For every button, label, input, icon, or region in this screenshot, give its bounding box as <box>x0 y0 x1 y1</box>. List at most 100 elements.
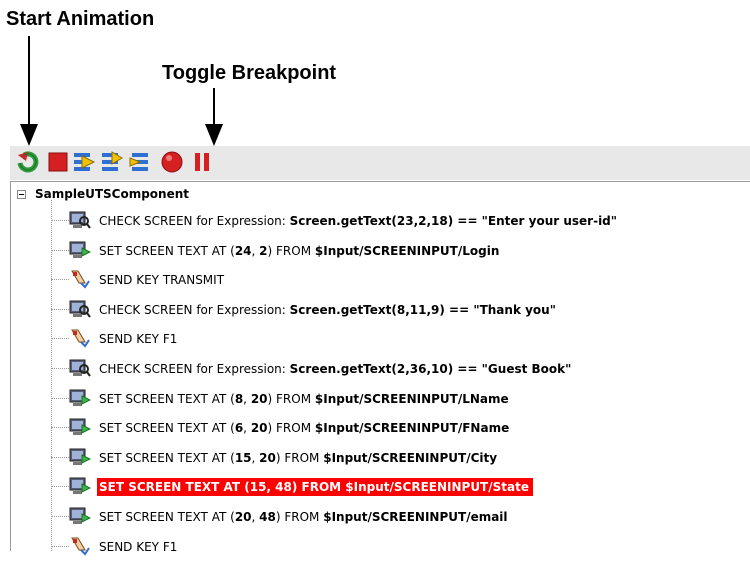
screen-set-text-icon <box>69 476 92 496</box>
tree-item-value: 20 <box>234 509 252 524</box>
tree-connector <box>51 308 69 310</box>
toggle-breakpoint-arrow <box>205 88 223 146</box>
tree-item-text: , <box>251 450 260 465</box>
toggle-breakpoint-button[interactable] <box>160 150 184 174</box>
tree-connector <box>51 486 69 488</box>
tree-connector <box>51 338 69 340</box>
tree-item-label: CHECK SCREEN for Expression: Screen.getT… <box>97 301 560 319</box>
tree-item-value: Screen.getText(8,11,9) == "Thank you" <box>289 302 556 317</box>
tree-item[interactable]: CHECK SCREEN for Expression: Screen.getT… <box>11 295 750 325</box>
tree-item-value: 24 <box>234 243 252 258</box>
tree-item-prefix: SEND KEY TRANSMIT <box>99 273 225 288</box>
tree-item-value: Screen.getText(23,2,18) == "Enter your u… <box>289 214 618 228</box>
tree-item-label: SEND KEY F1 <box>97 330 181 348</box>
tree-item-prefix: SET SCREEN TEXT AT ( <box>99 450 235 465</box>
tree-item-value: 8 <box>234 391 244 406</box>
start-animation-button[interactable] <box>16 150 40 174</box>
component-tree: SampleUTSComponent CHECK SCREEN for Expr… <box>10 181 750 556</box>
tree-connector <box>51 515 69 517</box>
tree-item-text: , <box>243 421 251 436</box>
step-into-button[interactable] <box>72 150 96 174</box>
tree-item-label: SET SCREEN TEXT AT (24, 2) FROM $Input/S… <box>97 242 503 260</box>
tree-item[interactable]: SEND KEY TRANSMIT <box>11 265 750 295</box>
step-over-button[interactable] <box>100 150 124 174</box>
pause-button[interactable] <box>190 150 214 174</box>
tree-connector <box>51 249 69 251</box>
tree-items: CHECK SCREEN for Expression: Screen.getT… <box>11 206 750 561</box>
step-out-button[interactable] <box>128 150 152 174</box>
tree-item[interactable]: SET SCREEN TEXT AT (15, 48) FROM $Input/… <box>11 472 750 502</box>
tree-item-value: $Input/SCREENINPUT/FName <box>314 421 510 436</box>
tree-item-prefix: SET SCREEN TEXT AT ( <box>99 480 250 495</box>
tree-item-value: 20 <box>250 421 268 436</box>
tree-item-value: 20 <box>259 450 276 465</box>
tree-item-text: , <box>243 391 251 406</box>
stop-button[interactable] <box>46 150 70 174</box>
tree-item-prefix: SET SCREEN TEXT AT ( <box>99 391 235 406</box>
screen-set-text-icon <box>69 240 92 260</box>
tree-item-prefix: SET SCREEN TEXT AT ( <box>99 509 235 524</box>
tree-item-label: SEND KEY TRANSMIT <box>97 271 228 289</box>
tree-item-text: ) FROM <box>275 509 324 524</box>
tree-item-label: SET SCREEN TEXT AT (6, 20) FROM $Input/S… <box>97 419 513 437</box>
tree-item[interactable]: SEND KEY F1 <box>11 532 750 561</box>
start-animation-arrow <box>20 36 38 146</box>
root-label: SampleUTSComponent <box>35 187 190 201</box>
tree-item[interactable]: CHECK SCREEN for Expression: Screen.getT… <box>11 354 750 384</box>
tree-item-value: 6 <box>234 421 244 436</box>
tree-item-value: 20 <box>250 391 268 406</box>
debug-toolbar <box>10 146 750 180</box>
tree-item-value: 2 <box>259 243 268 258</box>
tree-item-prefix: CHECK SCREEN for Expression: <box>99 214 290 228</box>
tree-item-text: ) FROM <box>267 243 315 258</box>
tree-item-label: SET SCREEN TEXT AT (20, 48) FROM $Input/… <box>97 508 512 526</box>
tree-item-text: ) FROM <box>275 450 324 465</box>
tree-item-label: SET SCREEN TEXT AT (15, 20) FROM $Input/… <box>97 449 501 467</box>
tree-item-label: SET SCREEN TEXT AT (15, 48) FROM $Input/… <box>97 478 533 497</box>
tree-item-text: ) FROM <box>267 421 315 436</box>
tree-item-value: Screen.getText(2,36,10) == "Guest Book" <box>289 361 572 376</box>
tree-item[interactable]: CHECK SCREEN for Expression: Screen.getT… <box>11 206 750 236</box>
send-key-icon <box>69 328 91 348</box>
tree-item-prefix: SET SCREEN TEXT AT ( <box>99 243 235 258</box>
screen-set-text-icon <box>69 506 92 526</box>
tree-connector <box>51 545 69 547</box>
toggle-breakpoint-callout: Toggle Breakpoint <box>162 62 337 84</box>
tree-connector <box>51 279 69 281</box>
tree-item[interactable]: SET SCREEN TEXT AT (24, 2) FROM $Input/S… <box>11 236 750 266</box>
start-animation-callout: Start Animation <box>6 8 155 30</box>
tree-connector <box>51 456 69 458</box>
tree-item[interactable]: SET SCREEN TEXT AT (8, 20) FROM $Input/S… <box>11 384 750 414</box>
tree-item[interactable]: SET SCREEN TEXT AT (15, 20) FROM $Input/… <box>11 443 750 473</box>
tree-item[interactable]: SET SCREEN TEXT AT (6, 20) FROM $Input/S… <box>11 413 750 443</box>
tree-item-label: SEND KEY F1 <box>97 538 181 556</box>
screen-set-text-icon <box>69 417 92 437</box>
tree-item-prefix: SET SCREEN TEXT AT ( <box>99 421 235 436</box>
send-key-icon <box>69 269 91 289</box>
screen-set-text-icon <box>69 388 92 408</box>
tree-item-text: ) FROM <box>267 391 315 406</box>
tree-connector <box>51 397 69 399</box>
tree-item-value: $Input/SCREENINPUT/LName <box>314 391 509 406</box>
tree-connector <box>51 367 69 369</box>
tree-item-value: $Input/SCREENINPUT/City <box>323 450 498 465</box>
screen-check-icon <box>69 358 91 378</box>
collapse-icon[interactable] <box>17 190 26 199</box>
tree-item-value: 48 <box>259 509 276 524</box>
tree-item[interactable]: SET SCREEN TEXT AT (20, 48) FROM $Input/… <box>11 502 750 532</box>
tree-connector <box>51 220 69 221</box>
tree-item-prefix: CHECK SCREEN for Expression: <box>99 302 290 317</box>
tree-item-value: 15 <box>234 450 252 465</box>
tree-item-text: , <box>251 243 260 258</box>
tree-item-label: SET SCREEN TEXT AT (8, 20) FROM $Input/S… <box>97 390 513 408</box>
tree-item-value: $Input/SCREENINPUT/Login <box>314 243 500 258</box>
screen-check-icon <box>69 299 91 319</box>
tree-item-prefix: CHECK SCREEN for Expression: <box>99 361 290 376</box>
tree-item-text: , <box>251 509 260 524</box>
tree-item-value: $Input/SCREENINPUT/email <box>323 509 508 524</box>
tree-connector <box>51 427 69 429</box>
tree-item[interactable]: SEND KEY F1 <box>11 324 750 354</box>
screen-check-icon <box>69 210 91 230</box>
tree-item-label: CHECK SCREEN for Expression: Screen.getT… <box>97 212 621 230</box>
tree-item-value: 15, 48) FROM $Input/SCREENINPUT/State <box>249 480 529 495</box>
